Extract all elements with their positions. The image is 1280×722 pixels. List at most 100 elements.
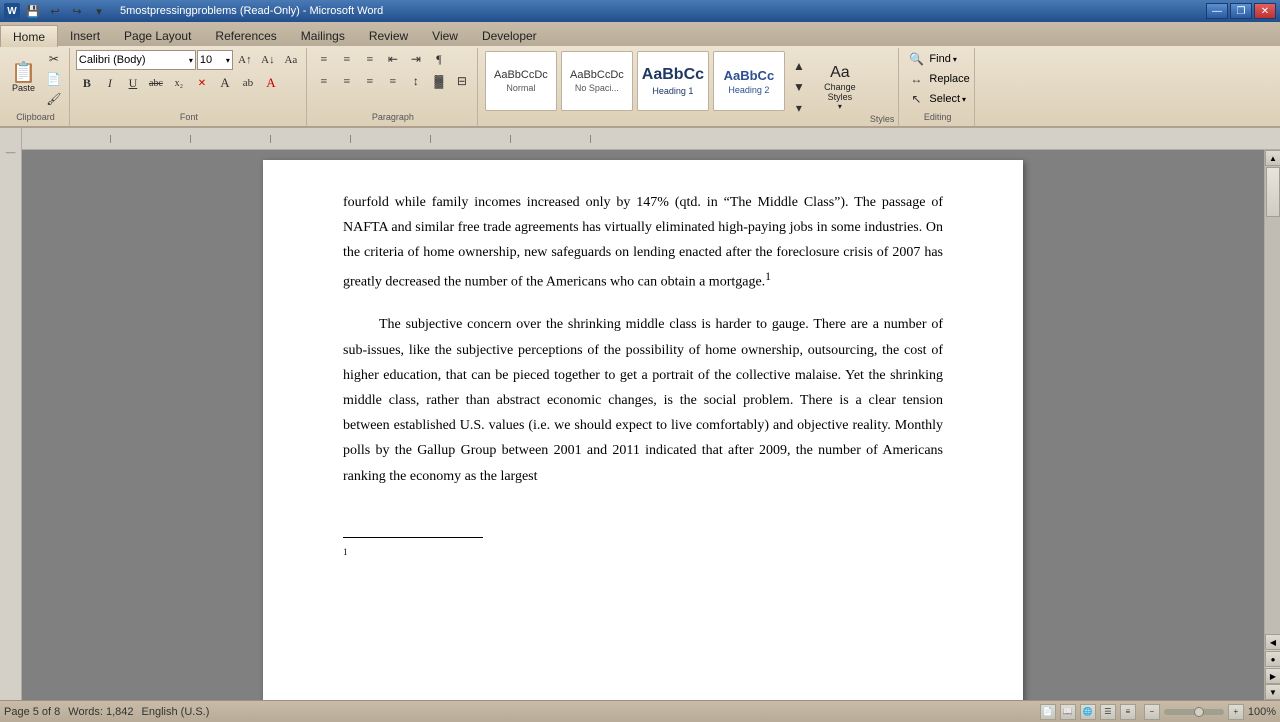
replace-button[interactable]: Replace [929, 73, 969, 85]
undo-quick-btn[interactable]: ↩ [46, 2, 64, 20]
highlight-button[interactable]: ab [237, 74, 259, 92]
find-dropdown-icon[interactable]: ▾ [953, 55, 957, 64]
subscript-button[interactable]: x₂ [168, 74, 190, 92]
borders-button[interactable]: ⊟ [451, 72, 473, 90]
paste-button[interactable]: 📋 Paste [6, 50, 41, 106]
document-page[interactable]: fourfold while family incomes increased … [263, 160, 1023, 700]
paragraph-2: The subjective concern over the shrinkin… [343, 312, 943, 488]
styles-expand[interactable]: ▾ [788, 99, 810, 117]
paragraph-1: fourfold while family incomes increased … [343, 190, 943, 294]
view-web-button[interactable]: 🌐 [1080, 704, 1096, 720]
scroll-next-page[interactable]: ▶ [1265, 668, 1280, 684]
save-quick-btn[interactable]: 💾 [24, 2, 42, 20]
clipboard-group: 📋 Paste ✂ 📄 🖌 Clipboard [2, 48, 70, 126]
line-spacing-button[interactable]: ↕ [405, 72, 427, 90]
underline-button[interactable]: U [122, 74, 144, 92]
scroll-down-button[interactable]: ▼ [1265, 684, 1280, 700]
numbering-button[interactable]: ≡ [336, 50, 358, 68]
font-size-box[interactable]: 10 ▾ [197, 50, 233, 70]
scroll-thumb[interactable] [1266, 167, 1280, 217]
bold-button[interactable]: B [76, 74, 98, 92]
style-no-spacing[interactable]: AaBbCcDc No Spaci... [561, 51, 633, 111]
font-label: Font [76, 112, 302, 124]
view-full-reading-button[interactable]: 📖 [1060, 704, 1076, 720]
view-draft-button[interactable]: ≡ [1120, 704, 1136, 720]
find-button[interactable]: Find [929, 53, 950, 65]
close-button[interactable]: ✕ [1254, 3, 1276, 19]
shading-button[interactable]: ▓ [428, 72, 450, 90]
strikethrough-button[interactable]: abc [145, 74, 167, 92]
zoom-slider[interactable] [1164, 709, 1224, 715]
align-left-button[interactable]: ≡ [313, 72, 335, 90]
decrease-indent-button[interactable]: ⇤ [382, 50, 404, 68]
zoom-out-button[interactable]: − [1144, 704, 1160, 720]
font-format-row: B I U abc x₂ ✕ A ab A [76, 74, 282, 92]
tab-developer[interactable]: Developer [470, 25, 549, 46]
increase-indent-button[interactable]: ⇥ [405, 50, 427, 68]
scroll-up-button[interactable]: ▲ [1265, 150, 1280, 166]
align-right-button[interactable]: ≡ [359, 72, 381, 90]
style-heading2[interactable]: AaBbCc Heading 2 [713, 51, 785, 111]
app-icon: W [4, 3, 20, 19]
style-normal[interactable]: AaBbCcDc Normal [485, 51, 557, 111]
zoom-in-button[interactable]: + [1228, 704, 1244, 720]
scroll-bottom-btns: ◀ ● ▶ [1265, 634, 1280, 684]
select-button[interactable]: Select [929, 93, 960, 105]
restore-button[interactable]: ❐ [1230, 3, 1252, 19]
clipboard-group-content: 📋 Paste ✂ 📄 🖌 [6, 50, 65, 112]
align-center-button[interactable]: ≡ [336, 72, 358, 90]
language-status: English (U.S.) [142, 706, 210, 718]
clipboard-small-btns: ✂ 📄 🖌 [43, 50, 65, 108]
scroll-prev-page[interactable]: ◀ [1265, 634, 1280, 650]
paste-label: Paste [12, 83, 35, 93]
change-case-button[interactable]: Aa [280, 51, 302, 69]
styles-scroll-down[interactable]: ▼ [788, 78, 810, 96]
tab-insert[interactable]: Insert [58, 25, 112, 46]
styles-label: Styles [870, 114, 895, 124]
font-size-dropdown-icon: ▾ [226, 56, 230, 65]
italic-button[interactable]: I [99, 74, 121, 92]
tab-references[interactable]: References [203, 25, 288, 46]
clear-format-button[interactable]: ✕ [191, 74, 213, 92]
tab-mailings[interactable]: Mailings [289, 25, 357, 46]
style-heading1[interactable]: AaBbCc Heading 1 [637, 51, 709, 111]
font-selector-row: Calibri (Body) ▾ 10 ▾ A↑ A↓ Aa [76, 50, 302, 70]
customize-quick-btn[interactable]: ▾ [90, 2, 108, 20]
select-dropdown-icon[interactable]: ▾ [962, 95, 966, 104]
find-icon: 🔍 [905, 50, 927, 68]
multilevel-button[interactable]: ≡ [359, 50, 381, 68]
show-hide-button[interactable]: ¶ [428, 50, 450, 68]
view-print-button[interactable]: 📄 [1040, 704, 1056, 720]
zoom-thumb [1194, 707, 1204, 717]
footnote-number: 1 [343, 547, 348, 557]
increase-font-button[interactable]: A↑ [234, 51, 256, 69]
font-color-button[interactable]: A [260, 74, 282, 92]
change-styles-button[interactable]: Aa ChangeStyles ▾ [812, 58, 868, 116]
view-buttons: 📄 📖 🌐 ☰ ≡ [1040, 704, 1136, 720]
tab-page-layout[interactable]: Page Layout [112, 25, 203, 46]
decrease-font-button[interactable]: A↓ [257, 51, 279, 69]
editing-label: Editing [905, 112, 969, 124]
paste-icon: 📋 [11, 63, 36, 83]
view-outline-button[interactable]: ☰ [1100, 704, 1116, 720]
main-content-area: fourfold while family incomes increased … [22, 128, 1280, 700]
styles-scroll-up[interactable]: ▲ [788, 57, 810, 75]
bullets-button[interactable]: ≡ [313, 50, 335, 68]
tab-view[interactable]: View [420, 25, 470, 46]
minimize-button[interactable]: — [1206, 3, 1228, 19]
tab-review[interactable]: Review [357, 25, 420, 46]
text-effects-button[interactable]: A [214, 74, 236, 92]
style-heading2-label: Heading 2 [728, 85, 769, 95]
tab-home[interactable]: Home [0, 25, 58, 47]
ruler-mark-1 [110, 135, 111, 143]
cut-button[interactable]: ✂ [43, 50, 65, 68]
copy-button[interactable]: 📄 [43, 70, 65, 88]
select-row: ↖ Select ▾ [905, 90, 966, 108]
footnote-separator [343, 537, 483, 538]
redo-quick-btn[interactable]: ↪ [68, 2, 86, 20]
justify-button[interactable]: ≡ [382, 72, 404, 90]
scroll-track[interactable] [1265, 166, 1280, 634]
font-name-box[interactable]: Calibri (Body) ▾ [76, 50, 196, 70]
format-painter-button[interactable]: 🖌 [43, 90, 65, 108]
scroll-dot[interactable]: ● [1265, 651, 1280, 667]
